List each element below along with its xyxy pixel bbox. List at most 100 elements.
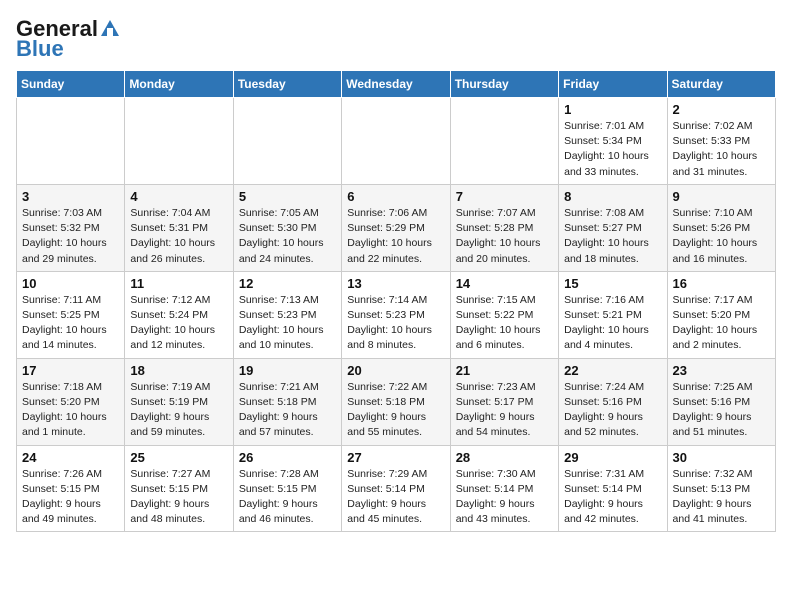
cell-info: Sunrise: 7:17 AMSunset: 5:20 PMDaylight:… bbox=[673, 293, 770, 354]
cell-info: Sunrise: 7:32 AMSunset: 5:13 PMDaylight:… bbox=[673, 467, 770, 528]
calendar-cell: 21 Sunrise: 7:23 AMSunset: 5:17 PMDayligh… bbox=[450, 358, 558, 445]
calendar-cell: 5 Sunrise: 7:05 AMSunset: 5:30 PMDaylight… bbox=[233, 184, 341, 271]
calendar-cell: 14 Sunrise: 7:15 AMSunset: 5:22 PMDayligh… bbox=[450, 271, 558, 358]
cell-info: Sunrise: 7:16 AMSunset: 5:21 PMDaylight:… bbox=[564, 293, 661, 354]
calendar-cell: 12 Sunrise: 7:13 AMSunset: 5:23 PMDayligh… bbox=[233, 271, 341, 358]
cell-day-number: 9 bbox=[673, 189, 770, 204]
days-header-row: SundayMondayTuesdayWednesdayThursdayFrid… bbox=[17, 71, 776, 98]
day-header-sunday: Sunday bbox=[17, 71, 125, 98]
cell-info: Sunrise: 7:25 AMSunset: 5:16 PMDaylight:… bbox=[673, 380, 770, 441]
cell-info: Sunrise: 7:13 AMSunset: 5:23 PMDaylight:… bbox=[239, 293, 336, 354]
logo: General Blue bbox=[16, 16, 122, 62]
calendar-cell: 29 Sunrise: 7:31 AMSunset: 5:14 PMDayligh… bbox=[559, 445, 667, 532]
cell-day-number: 2 bbox=[673, 102, 770, 117]
cell-info: Sunrise: 7:28 AMSunset: 5:15 PMDaylight:… bbox=[239, 467, 336, 528]
cell-info: Sunrise: 7:01 AMSunset: 5:34 PMDaylight:… bbox=[564, 119, 661, 180]
cell-info: Sunrise: 7:10 AMSunset: 5:26 PMDaylight:… bbox=[673, 206, 770, 267]
logo-icon bbox=[99, 18, 121, 40]
calendar-week-2: 3 Sunrise: 7:03 AMSunset: 5:32 PMDaylight… bbox=[17, 184, 776, 271]
cell-day-number: 28 bbox=[456, 450, 553, 465]
cell-info: Sunrise: 7:15 AMSunset: 5:22 PMDaylight:… bbox=[456, 293, 553, 354]
cell-day-number: 4 bbox=[130, 189, 227, 204]
calendar-body: 1 Sunrise: 7:01 AMSunset: 5:34 PMDaylight… bbox=[17, 98, 776, 532]
cell-day-number: 12 bbox=[239, 276, 336, 291]
calendar-cell bbox=[17, 98, 125, 185]
calendar-cell: 27Sunrise: 7:29 AMSunset: 5:14 PMDayligh… bbox=[342, 445, 450, 532]
cell-day-number: 15 bbox=[564, 276, 661, 291]
cell-info: Sunrise: 7:05 AMSunset: 5:30 PMDaylight:… bbox=[239, 206, 336, 267]
day-header-monday: Monday bbox=[125, 71, 233, 98]
cell-day-number: 14 bbox=[456, 276, 553, 291]
cell-day-number: 27 bbox=[347, 450, 444, 465]
cell-day-number: 3 bbox=[22, 189, 119, 204]
calendar-cell: 2 Sunrise: 7:02 AMSunset: 5:33 PMDaylight… bbox=[667, 98, 775, 185]
calendar-cell: 6 Sunrise: 7:06 AMSunset: 5:29 PMDaylight… bbox=[342, 184, 450, 271]
calendar-cell: 15 Sunrise: 7:16 AMSunset: 5:21 PMDayligh… bbox=[559, 271, 667, 358]
cell-day-number: 10 bbox=[22, 276, 119, 291]
calendar-cell: 1 Sunrise: 7:01 AMSunset: 5:34 PMDaylight… bbox=[559, 98, 667, 185]
cell-day-number: 13 bbox=[347, 276, 444, 291]
cell-info: Sunrise: 7:04 AMSunset: 5:31 PMDaylight:… bbox=[130, 206, 227, 267]
cell-day-number: 7 bbox=[456, 189, 553, 204]
cell-day-number: 22 bbox=[564, 363, 661, 378]
calendar-cell: 22 Sunrise: 7:24 AMSunset: 5:16 PMDayligh… bbox=[559, 358, 667, 445]
calendar-week-3: 10 Sunrise: 7:11 AMSunset: 5:25 PMDayligh… bbox=[17, 271, 776, 358]
cell-day-number: 6 bbox=[347, 189, 444, 204]
cell-day-number: 18 bbox=[130, 363, 227, 378]
cell-day-number: 23 bbox=[673, 363, 770, 378]
cell-info: Sunrise: 7:02 AMSunset: 5:33 PMDaylight:… bbox=[673, 119, 770, 180]
cell-info: Sunrise: 7:12 AMSunset: 5:24 PMDaylight:… bbox=[130, 293, 227, 354]
cell-info: Sunrise: 7:31 AMSunset: 5:14 PMDaylight:… bbox=[564, 467, 661, 528]
calendar-cell: 16Sunrise: 7:17 AMSunset: 5:20 PMDayligh… bbox=[667, 271, 775, 358]
cell-day-number: 8 bbox=[564, 189, 661, 204]
calendar-cell bbox=[125, 98, 233, 185]
cell-info: Sunrise: 7:22 AMSunset: 5:18 PMDaylight:… bbox=[347, 380, 444, 441]
logo-blue: Blue bbox=[16, 36, 64, 62]
cell-info: Sunrise: 7:19 AMSunset: 5:19 PMDaylight:… bbox=[130, 380, 227, 441]
cell-info: Sunrise: 7:03 AMSunset: 5:32 PMDaylight:… bbox=[22, 206, 119, 267]
cell-info: Sunrise: 7:27 AMSunset: 5:15 PMDaylight:… bbox=[130, 467, 227, 528]
cell-day-number: 30 bbox=[673, 450, 770, 465]
calendar-cell: 17 Sunrise: 7:18 AMSunset: 5:20 PMDayligh… bbox=[17, 358, 125, 445]
calendar-cell: 10 Sunrise: 7:11 AMSunset: 5:25 PMDayligh… bbox=[17, 271, 125, 358]
cell-info: Sunrise: 7:24 AMSunset: 5:16 PMDaylight:… bbox=[564, 380, 661, 441]
cell-info: Sunrise: 7:21 AMSunset: 5:18 PMDaylight:… bbox=[239, 380, 336, 441]
day-header-friday: Friday bbox=[559, 71, 667, 98]
calendar-cell: 24 Sunrise: 7:26 AMSunset: 5:15 PMDayligh… bbox=[17, 445, 125, 532]
calendar-cell: 26Sunrise: 7:28 AMSunset: 5:15 PMDayligh… bbox=[233, 445, 341, 532]
cell-day-number: 29 bbox=[564, 450, 661, 465]
cell-info: Sunrise: 7:18 AMSunset: 5:20 PMDaylight:… bbox=[22, 380, 119, 441]
cell-info: Sunrise: 7:08 AMSunset: 5:27 PMDaylight:… bbox=[564, 206, 661, 267]
cell-day-number: 21 bbox=[456, 363, 553, 378]
calendar-cell bbox=[233, 98, 341, 185]
calendar-cell bbox=[342, 98, 450, 185]
page-header: General Blue bbox=[16, 16, 776, 62]
day-header-saturday: Saturday bbox=[667, 71, 775, 98]
cell-day-number: 24 bbox=[22, 450, 119, 465]
calendar-cell: 23 Sunrise: 7:25 AMSunset: 5:16 PMDayligh… bbox=[667, 358, 775, 445]
cell-info: Sunrise: 7:26 AMSunset: 5:15 PMDaylight:… bbox=[22, 467, 119, 528]
cell-info: Sunrise: 7:14 AMSunset: 5:23 PMDaylight:… bbox=[347, 293, 444, 354]
cell-day-number: 11 bbox=[130, 276, 227, 291]
calendar-cell: 3 Sunrise: 7:03 AMSunset: 5:32 PMDaylight… bbox=[17, 184, 125, 271]
calendar-week-4: 17 Sunrise: 7:18 AMSunset: 5:20 PMDayligh… bbox=[17, 358, 776, 445]
calendar-table: SundayMondayTuesdayWednesdayThursdayFrid… bbox=[16, 70, 776, 532]
calendar-week-1: 1 Sunrise: 7:01 AMSunset: 5:34 PMDaylight… bbox=[17, 98, 776, 185]
cell-info: Sunrise: 7:30 AMSunset: 5:14 PMDaylight:… bbox=[456, 467, 553, 528]
calendar-cell: 25 Sunrise: 7:27 AMSunset: 5:15 PMDayligh… bbox=[125, 445, 233, 532]
cell-day-number: 20 bbox=[347, 363, 444, 378]
day-header-thursday: Thursday bbox=[450, 71, 558, 98]
cell-day-number: 25 bbox=[130, 450, 227, 465]
calendar-cell: 11 Sunrise: 7:12 AMSunset: 5:24 PMDayligh… bbox=[125, 271, 233, 358]
cell-info: Sunrise: 7:07 AMSunset: 5:28 PMDaylight:… bbox=[456, 206, 553, 267]
cell-info: Sunrise: 7:06 AMSunset: 5:29 PMDaylight:… bbox=[347, 206, 444, 267]
cell-day-number: 5 bbox=[239, 189, 336, 204]
cell-day-number: 1 bbox=[564, 102, 661, 117]
cell-info: Sunrise: 7:23 AMSunset: 5:17 PMDaylight:… bbox=[456, 380, 553, 441]
calendar-cell: 9 Sunrise: 7:10 AMSunset: 5:26 PMDaylight… bbox=[667, 184, 775, 271]
cell-info: Sunrise: 7:11 AMSunset: 5:25 PMDaylight:… bbox=[22, 293, 119, 354]
cell-day-number: 17 bbox=[22, 363, 119, 378]
cell-day-number: 19 bbox=[239, 363, 336, 378]
calendar-cell: 19 Sunrise: 7:21 AMSunset: 5:18 PMDayligh… bbox=[233, 358, 341, 445]
calendar-cell: 13 Sunrise: 7:14 AMSunset: 5:23 PMDayligh… bbox=[342, 271, 450, 358]
